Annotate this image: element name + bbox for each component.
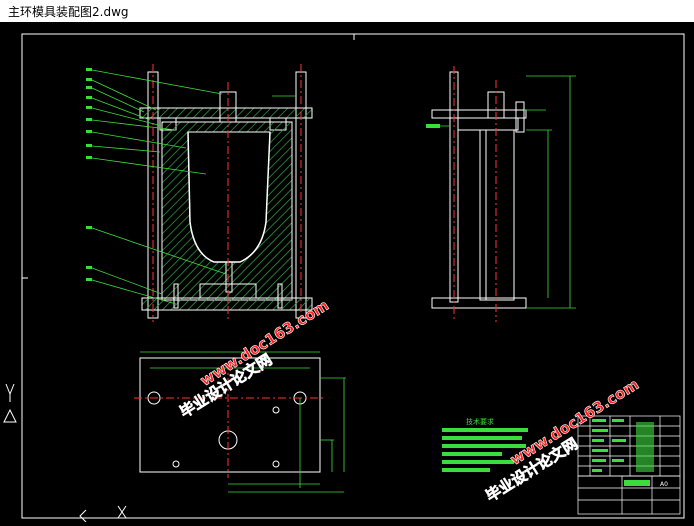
side-post-left [449, 71, 459, 303]
tech-req-line-5 [442, 460, 514, 464]
tech-req-heading: 技术要求 [466, 417, 494, 426]
tech-req-line-3 [442, 444, 526, 448]
side-body [479, 129, 515, 301]
title-block-fill [624, 480, 650, 486]
window-title: 主环模具装配图2.dwg [8, 5, 129, 19]
mold-cavity [187, 131, 271, 263]
side-top-plate [431, 109, 527, 119]
side-dim-tag [426, 124, 440, 128]
base-plate [141, 297, 313, 311]
tech-req-line-1 [442, 428, 528, 432]
watermark-site-right: www.doc163.com [507, 375, 642, 469]
side-post-right [515, 101, 525, 133]
watermark-center: 毕业设计论文网 www.doc163.com [176, 296, 332, 422]
bom-entries [592, 419, 654, 472]
bill-of-materials [577, 415, 681, 477]
side-view [426, 66, 576, 322]
tech-req-line-4 [442, 452, 502, 456]
plan-pin-3 [272, 460, 280, 468]
plan-pin-2 [172, 460, 180, 468]
title-block-code: A0 [660, 481, 668, 488]
front-section-view [86, 64, 313, 322]
tech-req-line-6 [442, 468, 490, 472]
tech-req-line-2 [442, 436, 522, 440]
window-title-bar: 主环模具装配图2.dwg [0, 0, 694, 22]
drawing-border [21, 33, 685, 519]
leader-labels [86, 68, 92, 281]
plan-pin-1 [272, 406, 280, 414]
top-plate [139, 107, 313, 119]
assembly-drawing: 技术要求 A0 毕业设计论文网 www.doc163.com 毕业设计论文网 w… [3, 33, 685, 523]
cad-canvas[interactable]: 技术要求 A0 毕业设计论文网 www.doc163.com 毕业设计论文网 w… [0, 22, 694, 523]
side-clamp [457, 117, 519, 131]
mold-body [161, 121, 293, 301]
